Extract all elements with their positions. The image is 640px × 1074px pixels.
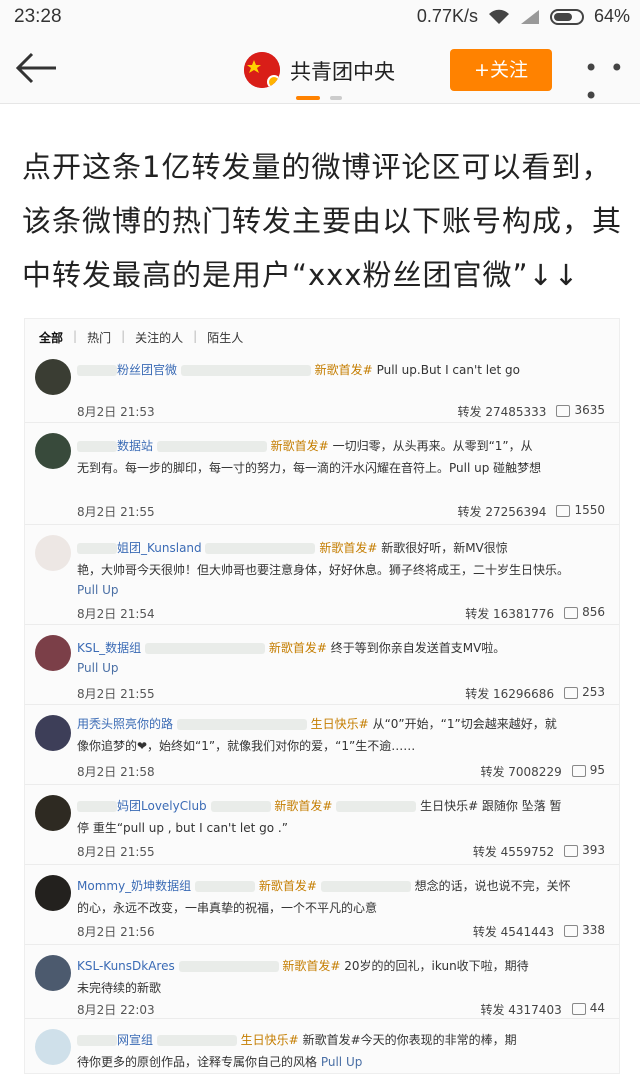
post-date: 8月2日 21:55 (77, 505, 155, 519)
signal-icon (520, 9, 539, 24)
avatar (35, 715, 71, 751)
post-stats: 转发 16296686 253 (465, 685, 605, 701)
post-stats: 转发 7008229 95 (480, 763, 605, 779)
like-icon (564, 606, 579, 619)
article-line: 该条微博的热门转发主要由以下账号构成，其 (22, 204, 623, 238)
battery-percent: 64% (593, 6, 630, 26)
article-line: 中转发最高的是用户“xxx粉丝团官微”↓↓ (22, 258, 580, 292)
account-name[interactable]: 共青团中央 (290, 56, 395, 86)
like-icon (571, 1002, 586, 1015)
avatar (35, 1029, 71, 1065)
follow-button[interactable]: +关注 (450, 49, 552, 91)
article-line: 点开这条1亿转发量的微博评论区可以看到， (22, 150, 612, 184)
post-stats: 转发 27485333 3635 (457, 403, 605, 419)
repost-filter-tabs: 全部 | 热门 | 关注的人 | 陌生人 (35, 329, 247, 346)
tab-strangers[interactable]: 陌生人 (203, 329, 247, 346)
like-icon (564, 844, 579, 857)
list-item[interactable]: KSL-KunsDkAres 新歌首发# 20岁的的回礼，ikun收下啦，期待 … (25, 945, 619, 1019)
avatar (35, 535, 71, 571)
status-bar: 23:28 0.77K/s 64% (0, 0, 640, 36)
status-right: 0.77K/s 64% (417, 6, 630, 27)
article-text: 点开这条1亿转发量的微博评论区可以看到， 该条微博的热门转发主要由以下账号构成，… (22, 140, 622, 302)
post-date: 8月2日 22:03 (77, 1003, 155, 1017)
post-date: 8月2日 21:58 (77, 765, 155, 779)
post-date: 8月2日 21:56 (77, 925, 155, 939)
like-icon (564, 924, 579, 937)
like-icon (556, 504, 571, 517)
status-time: 23:28 (14, 6, 62, 27)
verified-badge-icon (267, 75, 280, 88)
like-icon (571, 764, 586, 777)
back-arrow-icon[interactable] (14, 50, 58, 86)
post-stats: 转发 16381776 856 (465, 605, 605, 621)
tab-hot[interactable]: 热门 (83, 329, 115, 346)
avatar (35, 955, 71, 991)
list-item[interactable]: 数据站 新歌首发# 一切归零，从头再来。从零到“1”，从 无到有。每一步的脚印，… (25, 423, 619, 525)
battery-icon (549, 8, 584, 25)
list-item[interactable]: Mommy_奶坤数据组 新歌首发# 想念的话，说也说不完，关怀 的心，永远不改变… (25, 865, 619, 945)
like-icon (556, 404, 571, 417)
page-indicator (330, 96, 342, 100)
avatar (35, 635, 71, 671)
list-item[interactable]: 网宣组 生日快乐# 新歌首发#今天的你表现的非常的棒，期 待你更多的原创作品，诠… (25, 1019, 619, 1073)
post-date: 8月2日 21:55 (77, 687, 155, 701)
post-date: 8月2日 21:53 (77, 405, 155, 419)
list-item[interactable]: 粉丝团官微 新歌首发# Pull up.But I can't let go 8… (25, 349, 619, 423)
page-indicator-active (296, 96, 320, 100)
nav-bar: 共青团中央 +关注 • • • (0, 36, 640, 110)
more-options-icon[interactable]: • • • (584, 54, 640, 110)
avatar (35, 359, 71, 395)
list-item[interactable]: 妈团LovelyClub 新歌首发# 生日快乐# 跟随你 坠落 暂 停 重生“p… (25, 785, 619, 865)
post-stats: 转发 4317403 44 (480, 1001, 605, 1017)
embedded-repost-screenshot: 全部 | 热门 | 关注的人 | 陌生人 粉丝团官微 新歌首发# Pull up… (24, 318, 620, 1074)
tab-all[interactable]: 全部 (35, 329, 67, 346)
post-date: 8月2日 21:54 (77, 607, 155, 621)
like-icon (564, 686, 579, 699)
wifi-icon (488, 9, 509, 24)
avatar (35, 433, 71, 469)
post-stats: 转发 4559752 393 (472, 843, 605, 859)
post-stats: 转发 27256394 1550 (457, 503, 605, 519)
list-item[interactable]: 姐团_Kunsland 新歌首发# 新歌很好听，新MV很惊 艳，大帅哥今天很帅！… (25, 525, 619, 625)
avatar (35, 875, 71, 911)
avatar (35, 795, 71, 831)
post-date: 8月2日 21:55 (77, 845, 155, 859)
tab-following[interactable]: 关注的人 (131, 329, 187, 346)
list-item[interactable]: KSL_数据组 新歌首发# 终于等到你亲自发送首支MV啦。 Pull Up 8月… (25, 625, 619, 705)
list-item[interactable]: 用秃头照亮你的路 生日快乐# 从“0”开始，“1”切会越来越好，就 像你追梦的❤… (25, 705, 619, 785)
post-stats: 转发 4541443 338 (472, 923, 605, 939)
network-speed: 0.77K/s (416, 6, 478, 26)
account-avatar[interactable] (244, 52, 280, 88)
